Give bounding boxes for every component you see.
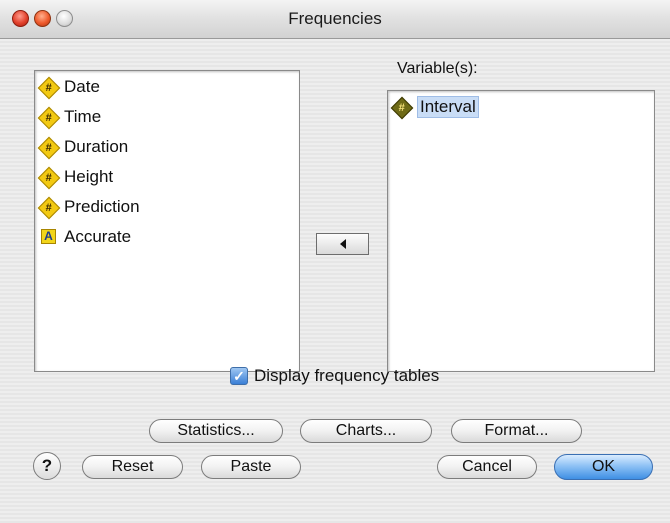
help-icon[interactable]: ? (33, 452, 61, 480)
variables-label: Variable(s): (397, 60, 478, 77)
charts-button[interactable]: Charts... (300, 419, 432, 443)
list-item-label: Prediction (64, 197, 140, 216)
list-item-prediction[interactable]: # Prediction (37, 193, 140, 221)
numeric-variable-icon: # (37, 166, 61, 189)
numeric-variable-icon: # (37, 76, 61, 99)
selected-variable-list[interactable]: # Interval (387, 90, 655, 372)
statistics-button[interactable]: Statistics... (149, 419, 283, 443)
numeric-variable-icon: # (37, 106, 61, 129)
list-item-height[interactable]: # Height (37, 163, 114, 191)
list-item-interval[interactable]: # Interval (390, 93, 479, 121)
cancel-button[interactable]: Cancel (437, 455, 537, 479)
format-button[interactable]: Format... (451, 419, 582, 443)
list-item-label: Accurate (64, 227, 132, 246)
source-variable-list[interactable]: # Date # Time # Duration # Height # Pred… (34, 70, 300, 372)
list-item-duration[interactable]: # Duration (37, 133, 129, 161)
list-item-label: Time (64, 107, 102, 126)
numeric-variable-icon: # (390, 96, 414, 119)
list-item-date[interactable]: # Date (37, 73, 100, 101)
display-frequency-tables-checkbox[interactable]: ✓ (230, 367, 248, 385)
list-item-accurate[interactable]: A Accurate (39, 223, 131, 251)
list-item-label: Duration (64, 137, 129, 156)
dialog-content: # Date # Time # Duration # Height # Pred… (0, 39, 670, 523)
arrow-left-icon (339, 239, 346, 249)
paste-button[interactable]: Paste (201, 455, 301, 479)
checkbox-label: Display frequency tables (254, 366, 440, 385)
numeric-variable-icon: # (37, 136, 61, 159)
list-item-label: Date (64, 77, 100, 96)
window-title: Frequencies (288, 9, 382, 28)
numeric-variable-icon: # (37, 196, 61, 219)
list-item-label: Height (64, 167, 114, 186)
move-variable-button[interactable] (316, 233, 369, 255)
string-variable-icon: A (39, 228, 58, 247)
reset-button[interactable]: Reset (82, 455, 183, 479)
list-item-label: Interval (417, 96, 479, 118)
display-frequency-tables-option[interactable]: ✓ Display frequency tables (230, 366, 439, 386)
title-bar[interactable]: Frequencies (0, 0, 670, 39)
list-item-time[interactable]: # Time (37, 103, 102, 131)
ok-button[interactable]: OK (554, 454, 653, 480)
